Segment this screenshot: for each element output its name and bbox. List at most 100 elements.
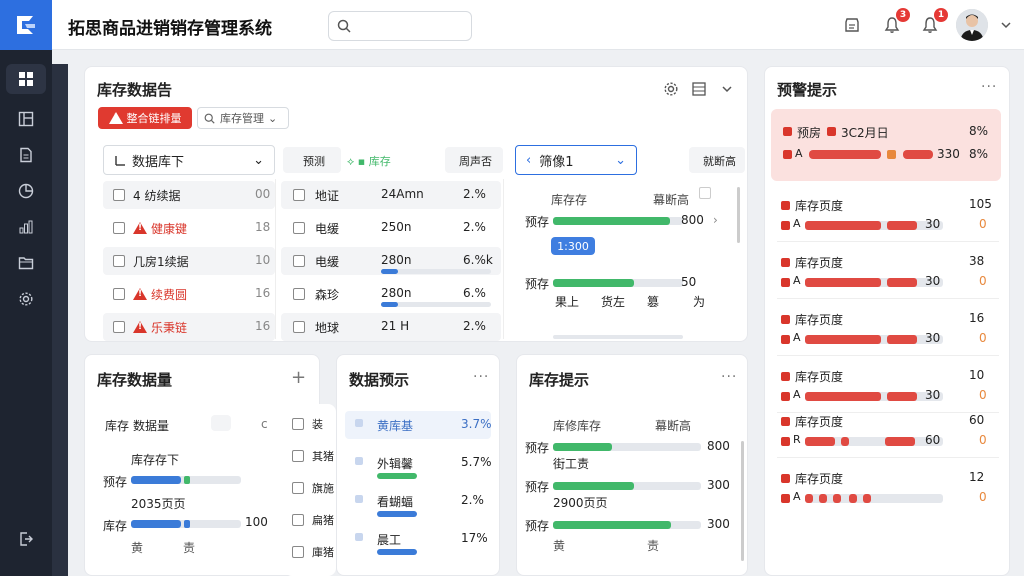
sidebar-item-logout[interactable] [6,524,46,554]
chart-bar-fill [553,217,670,225]
alert-icon [827,127,836,136]
chart-row-label: 预存 [525,277,550,291]
row-name[interactable]: 黄库基 [377,417,413,434]
row-name[interactable]: 看蝴蝠 [377,493,413,510]
column-header-c[interactable]: 周声否 [445,147,503,173]
sidebar-item-reports[interactable] [6,212,46,242]
row-name[interactable]: 健康键 [133,220,187,237]
alert-label[interactable]: 库存页度 [795,197,843,214]
bell-alert-icon[interactable]: 1 [918,8,948,37]
alert-bar-segment [805,494,813,503]
row-checkbox[interactable] [293,189,305,201]
toggle-chip[interactable] [211,415,231,431]
bell-icon[interactable]: 3 [880,8,910,37]
alert-label[interactable]: 库存页度 [795,368,843,385]
item-bar [131,476,241,484]
app-logo[interactable] [0,0,52,50]
checkbox[interactable] [699,187,711,199]
chevron-right-icon[interactable]: › [713,213,718,227]
warning-icon [133,321,147,333]
row-checkbox[interactable] [292,418,304,430]
alert-icon [781,437,790,446]
row-icon [355,457,363,465]
row-checkbox[interactable] [292,546,304,558]
row-bar [553,521,701,529]
alert-mid: 60 [925,433,941,447]
row-bar [377,511,477,517]
row-name[interactable]: 4 纺续据 [133,187,180,204]
row-checkbox[interactable] [113,222,125,234]
more-icon[interactable]: ··· [981,79,997,95]
divider [777,298,999,299]
avatar[interactable] [956,9,988,41]
chart-bar-fill [553,279,634,287]
sidebar-item-document[interactable] [6,140,46,170]
filter-select[interactable]: 数据库下 ⌄ [103,145,275,175]
row-label: 预存 [525,480,550,494]
item-bar-marker [183,476,190,484]
row-checkbox[interactable] [293,288,305,300]
sidebar-item-dashboard[interactable] [6,64,46,94]
row-checkbox[interactable] [113,288,125,300]
filter-select-value: 数据库下 [132,154,185,170]
sidebar-item-archive[interactable] [6,248,46,278]
alert-button[interactable]: 整合链排量 [98,107,192,129]
header-a: 库存 [105,419,130,433]
chevron-down-icon[interactable] [715,77,739,101]
gear-icon[interactable] [659,77,683,101]
row-name[interactable]: 几房1续据 [133,253,189,270]
column-header-b[interactable]: ⟡ ▪ 库存 [347,153,391,169]
axis-label: 货左 [601,295,626,309]
alert-bar [809,150,881,159]
chart-row-value: 50 [681,275,697,289]
sidebar-item-settings[interactable] [6,284,46,314]
item-bar-fill [131,476,181,484]
alert-bar-segment [887,221,917,230]
search-input[interactable] [328,11,472,41]
alert-mid: 30 [925,274,941,288]
alert-label[interactable]: 库存页度 [795,413,843,430]
row-checkbox[interactable] [292,514,304,526]
chevron-down-icon[interactable] [994,13,1018,37]
row-checkbox[interactable] [293,321,305,333]
scrollbar[interactable] [741,441,744,561]
grid-icon[interactable] [687,77,711,101]
more-icon[interactable]: ··· [473,369,489,385]
scrollbar[interactable] [737,187,740,243]
row-checkbox[interactable] [293,222,305,234]
document-icon [20,147,32,163]
sidebar-item-analytics[interactable] [6,176,46,206]
alert-highlight[interactable]: 预房 3C2月日 8% A 330 8% [771,109,1001,181]
more-icon[interactable]: ··· [721,369,737,385]
alert-bar-segment [849,494,857,503]
clipboard-icon[interactable] [840,13,864,37]
row-checkbox[interactable] [293,255,305,267]
row-value: 800 [707,439,730,453]
alert-label[interactable]: 库存页度 [795,311,843,328]
row-name[interactable]: 乐秉链 [133,319,187,336]
inventory-dropdown[interactable]: 库存管理 ⌄ [197,107,289,129]
row-checkbox[interactable] [292,450,304,462]
chart-header-b: 幕断高 [653,193,690,207]
row-bar-fill [553,521,672,529]
row-checkbox[interactable] [113,255,125,267]
row-label: 旗施 [312,482,334,495]
row-name[interactable]: 外辑馨 [377,455,413,472]
alert-label[interactable]: 库存页度 [795,254,843,271]
sub-list: 装其猪 旗施 扁猪 庫猪 [284,404,336,576]
sidebar-item-layout[interactable] [6,104,46,134]
column-header-d[interactable]: 就断高 [689,147,745,173]
refresh-icon[interactable]: c [261,417,268,431]
row-name[interactable]: 续费圆 [133,286,187,303]
data-forecast-card: 数据预示 ··· 黄库基 3.7% 外辑馨 5.7% 看蝴蝠 2.% 晨工 17% [336,354,500,576]
row-name[interactable]: 晨工 [377,531,401,548]
row-percent: 2.% [463,319,486,333]
filter-select-2[interactable]: ‹ 筛像1 ⌄ [515,145,637,175]
row-checkbox[interactable] [292,482,304,494]
header-a: 库修库存 [553,419,602,433]
add-icon[interactable]: + [291,367,306,388]
row-checkbox[interactable] [113,189,125,201]
alert-label[interactable]: 库存页度 [795,470,843,487]
column-header-a[interactable]: 预测 [283,147,341,173]
row-checkbox[interactable] [113,321,125,333]
